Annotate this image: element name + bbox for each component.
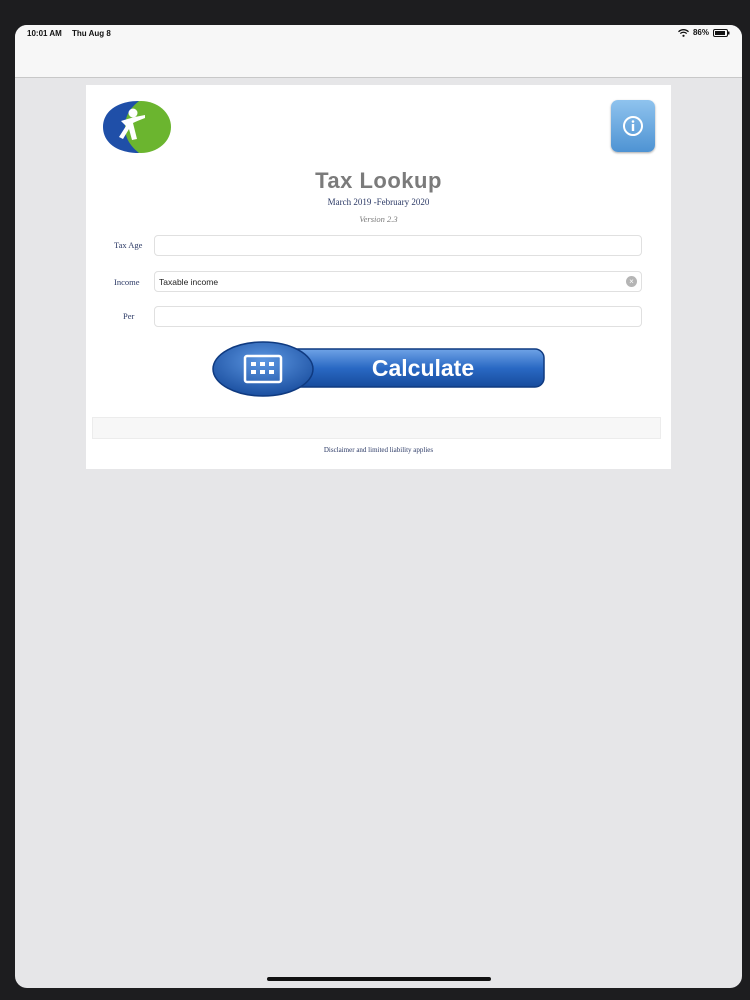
- disclaimer-link[interactable]: Disclaimer and limited liability applies: [86, 446, 671, 454]
- info-button[interactable]: [611, 100, 655, 152]
- app-logo: [103, 101, 171, 153]
- income-field: ×: [154, 271, 642, 292]
- tax-period: March 2019 -February 2020: [327, 197, 430, 207]
- tax-age-label: Tax Age: [114, 240, 143, 250]
- battery-icon: [713, 28, 730, 37]
- result-bar: [92, 417, 661, 439]
- income-input[interactable]: [154, 271, 642, 292]
- navigation-bar: [15, 43, 742, 78]
- app-version: Version 2.3: [359, 214, 398, 224]
- clear-icon[interactable]: ×: [626, 276, 637, 287]
- wifi-icon: [678, 28, 689, 37]
- status-time: 10:01 AM: [27, 29, 62, 38]
- income-label: Income: [114, 277, 140, 287]
- tax-age-input[interactable]: [154, 235, 642, 256]
- tax-lookup-card: Tax Lookup March 2019 -February 2020 Ver…: [86, 85, 671, 469]
- battery-percent: 86%: [692, 28, 709, 37]
- page-title: Tax Lookup: [315, 168, 442, 193]
- info-icon: [623, 116, 643, 136]
- calculate-button[interactable]: Calculate: [211, 340, 547, 400]
- per-input[interactable]: [154, 306, 642, 327]
- ipad-screen: 10:01 AM Thu Aug 8 86% Tax Lookup March …: [15, 25, 742, 988]
- home-indicator[interactable]: [267, 977, 491, 981]
- status-date: Thu Aug 8: [72, 29, 111, 38]
- per-label: Per: [123, 311, 135, 321]
- status-right: 86%: [678, 28, 730, 37]
- calculate-label: Calculate: [372, 355, 474, 381]
- status-bar: 10:01 AM Thu Aug 8 86%: [15, 25, 742, 43]
